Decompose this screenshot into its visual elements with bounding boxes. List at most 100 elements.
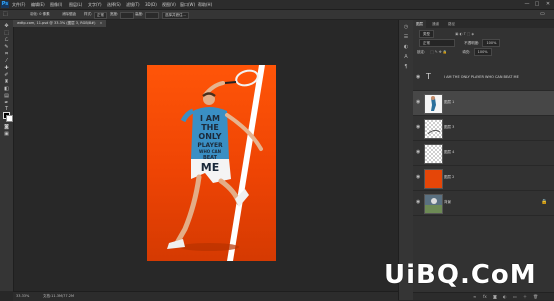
adjustments-icon[interactable]: ◐ bbox=[402, 44, 410, 50]
quick-select-icon[interactable]: ✎ bbox=[2, 44, 11, 50]
visibility-eye-icon[interactable]: ◉ bbox=[416, 149, 422, 155]
court-line bbox=[227, 65, 265, 261]
panel-bottom-bar: ∞ fx ◙ ◐ ▭ ＋ 🗑 bbox=[413, 292, 554, 300]
tools-panel: ✥ ⬚ ℒ ✎ ⌗ ⁄ ✚ ✐ ♜ ◧ ▤ ✒ T ◙ ▣ bbox=[0, 20, 14, 291]
brush-tool-icon[interactable]: ✐ bbox=[2, 72, 11, 78]
layer-row[interactable]: ◉ 图层 2 bbox=[413, 166, 554, 191]
menu-3d[interactable]: 3D(D) bbox=[145, 2, 157, 7]
menu-edit[interactable]: 编辑(E) bbox=[31, 2, 45, 8]
visibility-eye-icon[interactable]: ◉ bbox=[416, 199, 422, 205]
document-tabs: wdtp.com, 11.psd @ 33.3% (图层 3, RGB/8#) × bbox=[13, 20, 398, 27]
menu-view[interactable]: 视图(V) bbox=[162, 2, 176, 8]
layer-name: 背景 bbox=[444, 200, 451, 204]
lock-label: 锁定: bbox=[417, 50, 426, 54]
lock-icon: 🔒 bbox=[541, 199, 548, 205]
fx-icon[interactable]: fx bbox=[483, 294, 487, 299]
restore-button[interactable]: □ bbox=[532, 1, 542, 8]
trash-icon[interactable]: 🗑 bbox=[533, 294, 538, 299]
shirt-text-line-7: ME bbox=[201, 161, 219, 174]
background-color-swatch[interactable] bbox=[6, 115, 13, 122]
shirt-text-line-4: PLAYER bbox=[197, 142, 223, 149]
layer-thumbnail bbox=[424, 169, 443, 189]
quick-mask-icon[interactable]: ◙ bbox=[2, 124, 11, 130]
document-tab[interactable]: wdtp.com, 11.psd @ 33.3% (图层 3, RGB/8#) × bbox=[13, 20, 107, 27]
layer-row[interactable]: ◉ 背景 🔒 bbox=[413, 191, 554, 216]
zoom-level[interactable]: 33.33% bbox=[16, 294, 29, 298]
poster-illustration: I AM THE ONLY PLAYER WHO CAN BEAT ME bbox=[167, 65, 265, 261]
select-and-mask-button[interactable]: 选择并遮住... bbox=[162, 12, 189, 19]
lasso-tool-icon[interactable]: ℒ bbox=[2, 37, 11, 43]
stamp-tool-icon[interactable]: ♜ bbox=[2, 79, 11, 85]
watermark: UiBQ.CoM bbox=[384, 260, 537, 290]
history-icon[interactable]: ◷ bbox=[402, 24, 410, 30]
menu-type[interactable]: 文字(Y) bbox=[88, 2, 102, 8]
menu-image[interactable]: 图像(I) bbox=[50, 2, 62, 8]
adjust-icon[interactable]: ◐ bbox=[503, 294, 507, 299]
mask-icon[interactable]: ◙ bbox=[493, 294, 497, 299]
menu-file[interactable]: 文件(F) bbox=[12, 2, 25, 8]
canvas-area[interactable]: I AM THE ONLY PLAYER WHO CAN BEAT ME bbox=[14, 27, 397, 291]
feather-label: 羽化: 0 像素 bbox=[30, 12, 50, 16]
marquee-tool-icon[interactable]: ⬚ bbox=[2, 30, 11, 36]
blend-row: 正常 不透明度: 100% bbox=[417, 39, 501, 47]
layer-row-selected[interactable]: ◉ 图层 1 bbox=[413, 91, 554, 116]
artwork[interactable]: I AM THE ONLY PLAYER WHO CAN BEAT ME bbox=[147, 65, 276, 261]
blend-mode-select[interactable]: 正常 bbox=[419, 39, 455, 47]
document-info[interactable]: 文档:11.3M/77.2M bbox=[43, 294, 74, 299]
opacity-input[interactable]: 100% bbox=[482, 39, 501, 47]
visibility-eye-icon[interactable]: ◉ bbox=[416, 174, 422, 180]
new-layer-icon[interactable]: ＋ bbox=[523, 294, 527, 300]
gradient-tool-icon[interactable]: ▤ bbox=[2, 93, 11, 99]
menu-select[interactable]: 选择(S) bbox=[107, 2, 121, 8]
visibility-eye-icon[interactable]: ◉ bbox=[416, 99, 422, 105]
link-icon[interactable]: ∞ bbox=[473, 294, 476, 299]
shirt-text-line-2: THE bbox=[201, 123, 219, 132]
visibility-eye-icon[interactable]: ◉ bbox=[416, 124, 422, 130]
filter-icons[interactable]: ▣ ◐ T ⬚ ◈ bbox=[455, 32, 474, 36]
fill-input[interactable]: 100% bbox=[473, 48, 492, 56]
tab-paths[interactable]: 路径 bbox=[445, 20, 458, 28]
move-tool-icon[interactable]: ✥ bbox=[2, 23, 11, 29]
layer-row[interactable]: ◉ 图层 4 bbox=[413, 141, 554, 166]
healing-brush-icon[interactable]: ✚ bbox=[2, 65, 11, 71]
paragraph-icon[interactable]: ¶ bbox=[402, 64, 410, 70]
close-tab-icon[interactable]: × bbox=[99, 21, 102, 25]
lock-icons[interactable]: ⬚ ✎ ✥ 🔒 bbox=[430, 50, 447, 54]
player-sleeve bbox=[180, 108, 194, 123]
style-select[interactable]: 正常 bbox=[94, 12, 107, 19]
marquee-tool-icon[interactable]: ⬚ bbox=[3, 12, 8, 17]
screen-mode-icon[interactable]: ▣ bbox=[2, 131, 11, 137]
crop-tool-icon[interactable]: ⌗ bbox=[2, 51, 11, 57]
eraser-tool-icon[interactable]: ◧ bbox=[2, 86, 11, 92]
properties-icon[interactable]: ☰ bbox=[402, 34, 410, 40]
menu-help[interactable]: 帮助(H) bbox=[198, 2, 212, 8]
workspace-icon[interactable]: ▭ bbox=[540, 12, 545, 17]
width-input[interactable] bbox=[120, 12, 134, 19]
document-tab-title: wdtp.com, 11.psd @ 33.3% (图层 3, RGB/8#) bbox=[17, 21, 96, 25]
racket-head bbox=[235, 69, 259, 87]
menu-layer[interactable]: 图层(L) bbox=[69, 2, 82, 8]
close-window-button[interactable]: ✕ bbox=[543, 1, 553, 8]
layer-row-text[interactable]: ◉ T I AM THE ONLY PLAYER WHO CAN BEAT ME bbox=[413, 66, 554, 91]
tab-layers[interactable]: 图层 bbox=[413, 20, 426, 28]
layer-row[interactable]: ◉ 图层 3 bbox=[413, 116, 554, 141]
height-input[interactable] bbox=[145, 12, 159, 19]
menu-window[interactable]: 窗口(W) bbox=[180, 2, 195, 8]
options-bar: ⬚ 羽化: 0 像素 消除锯齿 样式: 正常 宽度: 高度: 选择并遮住... … bbox=[0, 10, 554, 20]
menu-filter[interactable]: 滤镜(T) bbox=[126, 2, 140, 8]
visibility-eye-icon[interactable]: ◉ bbox=[416, 74, 422, 80]
antialias-checkbox[interactable]: 消除锯齿 bbox=[62, 12, 76, 17]
layer-kind-select[interactable]: 类型 bbox=[419, 30, 434, 38]
layer-thumbnail bbox=[424, 94, 443, 114]
width-label: 宽度: bbox=[110, 12, 119, 16]
folder-icon[interactable]: ▭ bbox=[513, 294, 517, 299]
minimize-button[interactable]: — bbox=[522, 1, 532, 8]
lock-row: 锁定: ⬚ ✎ ✥ 🔒 填充: 100% bbox=[417, 48, 492, 56]
layer-thumbnail bbox=[424, 194, 443, 214]
eyedropper-icon[interactable]: ⁄ bbox=[2, 58, 11, 64]
character-icon[interactable]: A bbox=[402, 54, 410, 60]
player-thumb-icon bbox=[431, 96, 436, 111]
filter-row: 类型 ▣ ◐ T ⬚ ◈ bbox=[417, 30, 474, 38]
stroke-thumb-icon bbox=[427, 129, 441, 135]
tab-channels[interactable]: 通道 bbox=[429, 20, 442, 28]
